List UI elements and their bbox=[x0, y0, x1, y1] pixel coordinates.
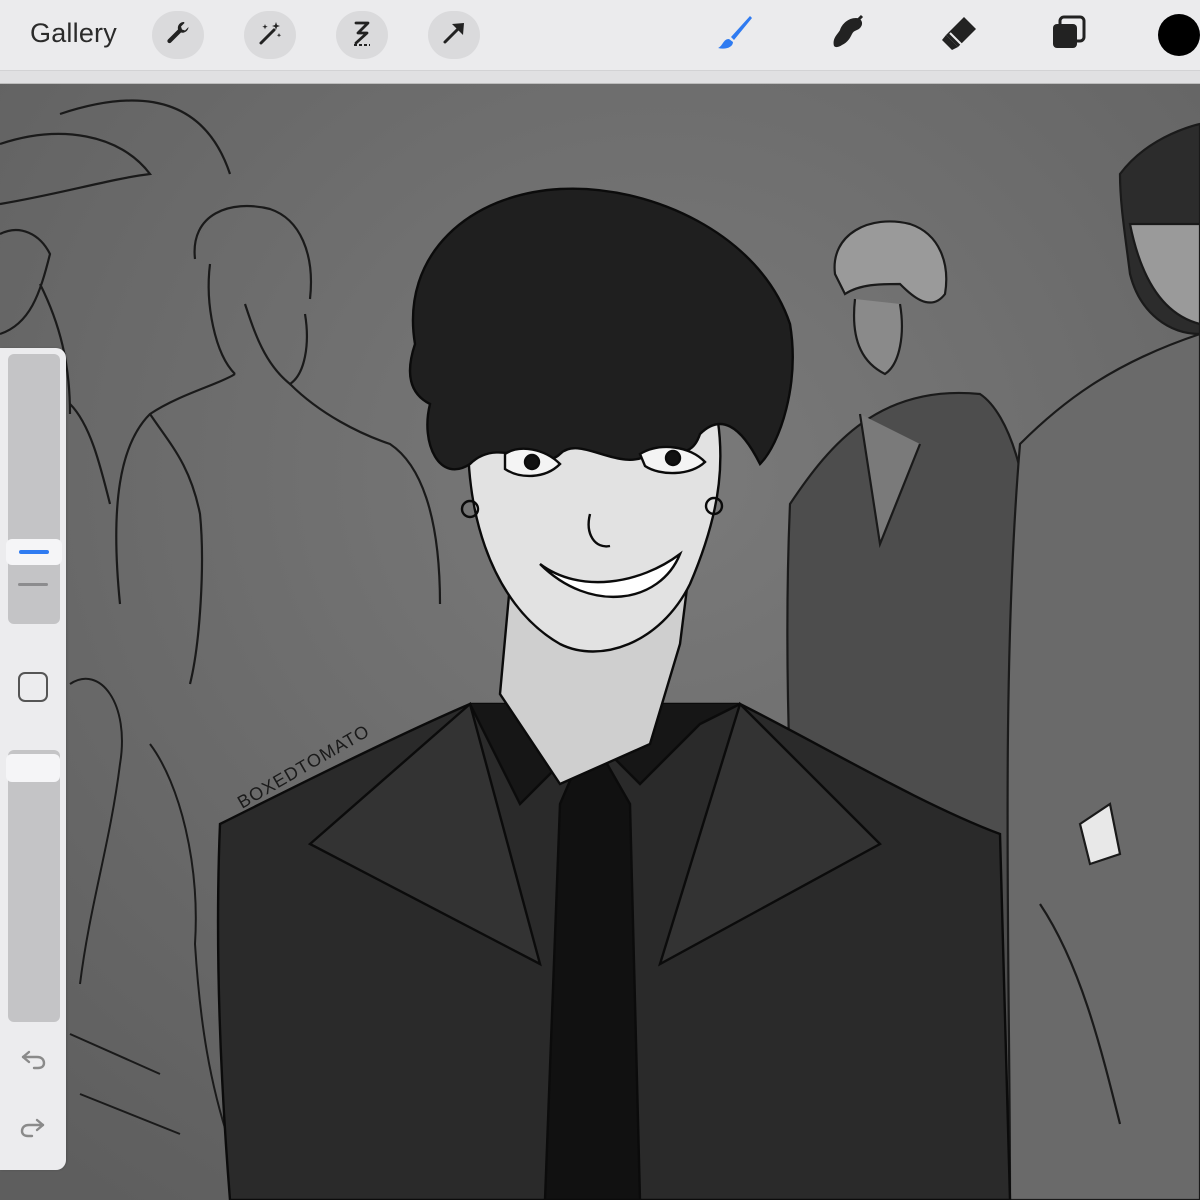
selection-s-icon bbox=[348, 19, 376, 52]
magic-wand-icon bbox=[256, 19, 284, 52]
redo-button[interactable] bbox=[16, 1112, 50, 1146]
gallery-button[interactable]: Gallery bbox=[30, 18, 117, 49]
toolbar-divider bbox=[0, 70, 1200, 84]
undo-button[interactable] bbox=[16, 1044, 50, 1078]
eraser-tool[interactable] bbox=[936, 12, 982, 58]
size-thumb-accent bbox=[19, 550, 49, 555]
undo-icon bbox=[18, 1044, 48, 1079]
color-picker[interactable] bbox=[1158, 14, 1200, 56]
brush-size-thumb[interactable] bbox=[6, 539, 62, 566]
actions-button[interactable] bbox=[152, 11, 204, 59]
eraser-icon bbox=[938, 12, 980, 59]
drawing-canvas[interactable]: BOXEDTOMATO bbox=[0, 84, 1200, 1200]
opacity-slider[interactable] bbox=[8, 750, 60, 1022]
top-toolbar: Gallery bbox=[0, 0, 1200, 70]
size-tick-bottom bbox=[18, 583, 48, 586]
modify-button[interactable] bbox=[18, 672, 48, 702]
brush-tool[interactable] bbox=[712, 12, 758, 58]
layers-icon bbox=[1048, 12, 1090, 59]
brush-sidebar bbox=[0, 348, 66, 1170]
wrench-icon bbox=[164, 19, 192, 52]
adjustments-button[interactable] bbox=[244, 11, 296, 59]
layers-tool[interactable] bbox=[1046, 12, 1092, 58]
selection-button[interactable] bbox=[336, 11, 388, 59]
transform-arrow-icon bbox=[440, 19, 468, 52]
smudge-icon bbox=[826, 12, 868, 59]
brush-icon bbox=[714, 12, 756, 59]
smudge-tool[interactable] bbox=[824, 12, 870, 58]
opacity-thumb[interactable] bbox=[6, 754, 60, 782]
transform-button[interactable] bbox=[428, 11, 480, 59]
redo-icon bbox=[18, 1112, 48, 1147]
